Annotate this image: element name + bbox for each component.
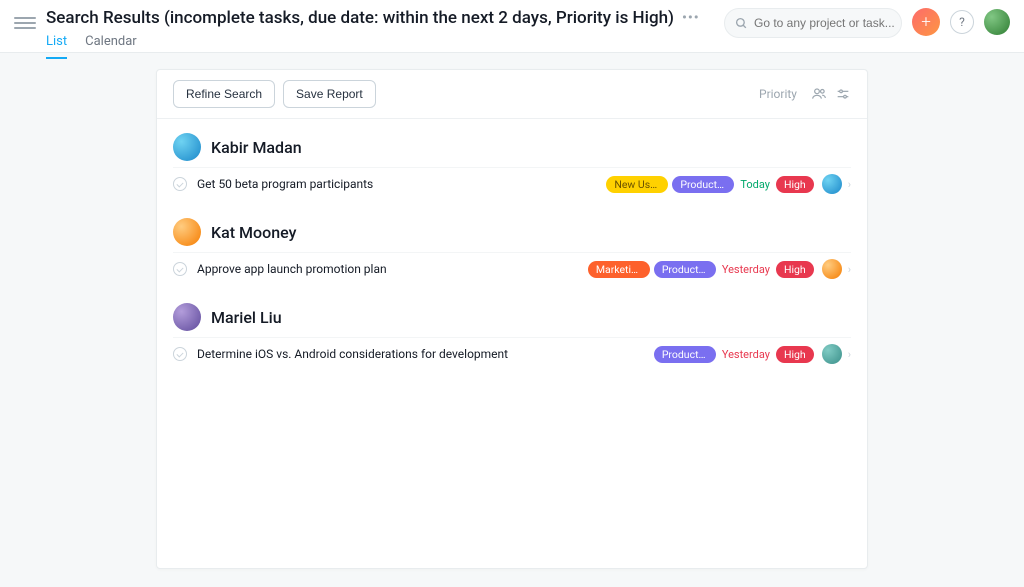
chevron-right-icon[interactable]: › <box>848 348 851 361</box>
toolbar: Refine Search Save Report Priority <box>157 70 867 119</box>
customize-icon[interactable] <box>835 86 851 102</box>
priority-pill[interactable]: High <box>776 346 814 363</box>
task-assignee-avatar[interactable] <box>822 174 842 194</box>
title-area: Search Results (incomplete tasks, due da… <box>46 8 714 59</box>
task-groups: Kabir Madan Get 50 beta program participa… <box>157 119 867 374</box>
row-end: › <box>822 344 851 364</box>
search-input[interactable] <box>754 16 909 30</box>
refine-search-button[interactable]: Refine Search <box>173 80 275 108</box>
task-title: Determine iOS vs. Android considerations… <box>197 347 654 361</box>
more-options-icon[interactable]: ••• <box>682 10 700 26</box>
group-header: Kabir Madan <box>173 129 851 167</box>
task-tags: MarketingProduct l… <box>588 261 716 278</box>
assignee-avatar[interactable] <box>173 303 201 331</box>
row-end: › <box>822 259 851 279</box>
task-row[interactable]: Get 50 beta program participantsNew User… <box>173 167 851 200</box>
tab-calendar[interactable]: Calendar <box>85 34 137 59</box>
task-group: Mariel Liu Determine iOS vs. Android cons… <box>157 289 867 374</box>
complete-checkbox[interactable] <box>173 177 187 191</box>
add-button[interactable]: + <box>912 8 940 36</box>
top-bar: Search Results (incomplete tasks, due da… <box>0 0 1024 53</box>
people-icon[interactable] <box>811 86 827 102</box>
help-button[interactable]: ? <box>950 10 974 34</box>
project-pill[interactable]: New Users <box>606 176 668 193</box>
user-avatar[interactable] <box>984 9 1010 35</box>
project-pill[interactable]: Product l… <box>654 346 716 363</box>
due-date: Today <box>734 178 776 191</box>
priority-column-label: Priority <box>759 87 797 101</box>
global-search[interactable] <box>724 8 902 38</box>
results-panel: Refine Search Save Report Priority Kabir… <box>156 69 868 569</box>
project-pill[interactable]: Product l… <box>672 176 734 193</box>
task-title: Get 50 beta program participants <box>197 177 606 191</box>
task-row[interactable]: Determine iOS vs. Android considerations… <box>173 337 851 370</box>
page-title: Search Results (incomplete tasks, due da… <box>46 8 674 28</box>
tabs: List Calendar <box>46 34 714 59</box>
row-end: › <box>822 174 851 194</box>
priority-pill[interactable]: High <box>776 261 814 278</box>
chevron-right-icon[interactable]: › <box>848 178 851 191</box>
topbar-right: + ? <box>912 8 1010 36</box>
complete-checkbox[interactable] <box>173 262 187 276</box>
task-title: Approve app launch promotion plan <box>197 262 588 276</box>
due-date: Yesterday <box>716 263 776 276</box>
task-tags: Product l… <box>654 346 716 363</box>
hamburger-menu-button[interactable] <box>14 12 36 34</box>
assignee-name: Kabir Madan <box>211 138 302 157</box>
project-pill[interactable]: Product l… <box>654 261 716 278</box>
search-icon <box>735 17 748 30</box>
project-pill[interactable]: Marketing <box>588 261 650 278</box>
task-tags: New UsersProduct l… <box>606 176 734 193</box>
complete-checkbox[interactable] <box>173 347 187 361</box>
task-group: Kat Mooney Approve app launch promotion p… <box>157 204 867 289</box>
assignee-name: Mariel Liu <box>211 308 282 327</box>
content-area: Refine Search Save Report Priority Kabir… <box>0 53 1024 569</box>
chevron-right-icon[interactable]: › <box>848 263 851 276</box>
assignee-avatar[interactable] <box>173 218 201 246</box>
priority-pill[interactable]: High <box>776 176 814 193</box>
group-header: Mariel Liu <box>173 299 851 337</box>
tab-list[interactable]: List <box>46 34 67 59</box>
save-report-button[interactable]: Save Report <box>283 80 376 108</box>
task-group: Kabir Madan Get 50 beta program participa… <box>157 119 867 204</box>
task-assignee-avatar[interactable] <box>822 344 842 364</box>
assignee-name: Kat Mooney <box>211 223 296 242</box>
assignee-avatar[interactable] <box>173 133 201 161</box>
task-row[interactable]: Approve app launch promotion planMarketi… <box>173 252 851 285</box>
task-assignee-avatar[interactable] <box>822 259 842 279</box>
due-date: Yesterday <box>716 348 776 361</box>
group-header: Kat Mooney <box>173 214 851 252</box>
